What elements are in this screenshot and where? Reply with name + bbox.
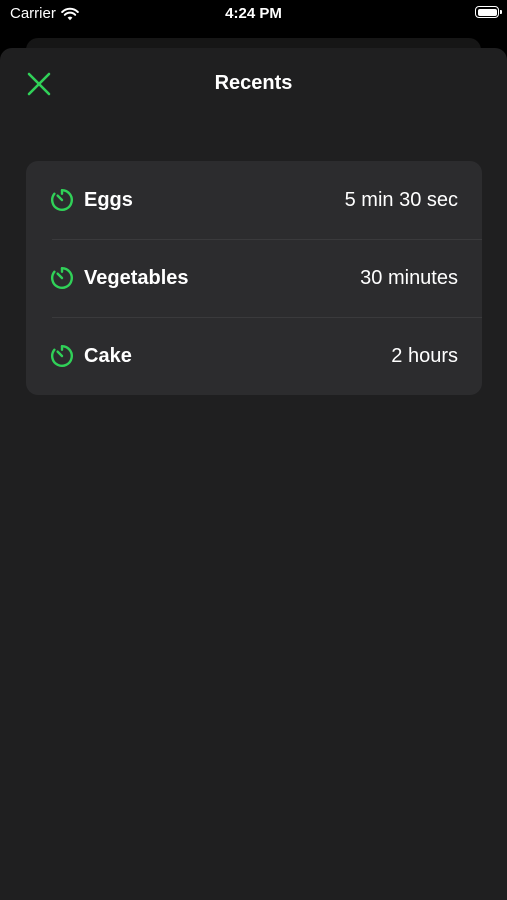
status-time: 4:24 PM: [225, 5, 282, 22]
recent-item-duration: 2 hours: [391, 344, 458, 367]
recents-sheet: Recents Eggs 5 min 30 sec Vegetables 30 …: [0, 48, 507, 900]
recent-item-duration: 30 minutes: [360, 266, 458, 289]
screen: Carrier 4:24 PM Recents Eggs 5 min 30 se…: [0, 0, 507, 900]
recent-item-label: Cake: [84, 344, 132, 367]
recent-item-label: Eggs: [84, 188, 133, 211]
timer-icon: [51, 345, 73, 367]
recent-item-cake[interactable]: Cake 2 hours: [26, 317, 482, 395]
recent-item-eggs[interactable]: Eggs 5 min 30 sec: [26, 161, 482, 239]
recent-item-label: Vegetables: [84, 266, 189, 289]
sheet-nav-bar: Recents: [0, 48, 507, 120]
battery-full-icon: [475, 6, 502, 18]
page-title: Recents: [214, 72, 293, 94]
status-bar: Carrier 4:24 PM: [0, 0, 507, 30]
recent-item-duration: 5 min 30 sec: [344, 188, 458, 211]
recent-item-vegetables[interactable]: Vegetables 30 minutes: [26, 239, 482, 317]
recents-list: Eggs 5 min 30 sec Vegetables 30 minutes: [26, 161, 482, 395]
timer-icon: [51, 267, 73, 289]
timer-icon: [51, 189, 73, 211]
